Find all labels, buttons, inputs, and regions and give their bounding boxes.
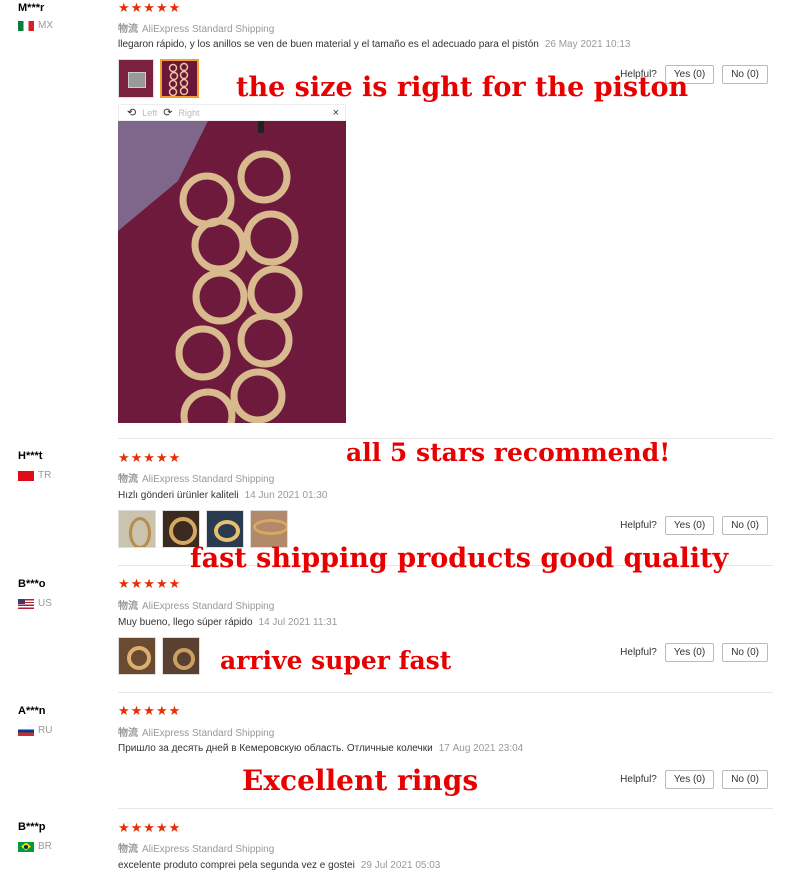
reviewer-name: B***p bbox=[18, 821, 46, 833]
review-text: llegaron rápido, y los anillos se ven de… bbox=[118, 39, 630, 50]
review-body: llegaron rápido, y los anillos se ven de… bbox=[118, 39, 539, 50]
country-code: TR bbox=[38, 470, 52, 481]
shipping-method: AliExpress Standard Shipping bbox=[142, 601, 275, 612]
annotation-fast-shipping: fast shipping products good quality bbox=[190, 543, 729, 574]
review-photo-thumb[interactable] bbox=[118, 59, 154, 98]
helpful-controls: Helpful? Yes (0) No (0) bbox=[620, 643, 768, 662]
review-photos bbox=[118, 59, 199, 98]
country-code: MX bbox=[38, 20, 53, 31]
close-icon[interactable]: × bbox=[333, 107, 339, 119]
star-rating: ★★★★★ bbox=[118, 0, 182, 15]
reviewer-country: MX bbox=[18, 20, 53, 31]
shipping-label: 物流 bbox=[118, 474, 138, 485]
shipping-method: AliExpress Standard Shipping bbox=[142, 24, 275, 35]
country-code: US bbox=[38, 598, 52, 609]
mexico-flag-icon bbox=[18, 20, 34, 31]
review-body: excelente produto comprei pela segunda v… bbox=[118, 860, 355, 871]
rotate-left-icon[interactable]: ⟲ bbox=[127, 106, 136, 119]
reviewer-name: M***r bbox=[18, 2, 45, 14]
annotation-five-stars: all 5 stars recommend! bbox=[346, 438, 671, 467]
review-date: 14 Jun 2021 01:30 bbox=[244, 490, 328, 501]
reviewer-country: TR bbox=[18, 470, 51, 481]
helpful-label: Helpful? bbox=[620, 520, 657, 531]
star-rating: ★★★★★ bbox=[118, 450, 182, 465]
rotate-left-label[interactable]: Left bbox=[142, 108, 157, 118]
shipping-label: 物流 bbox=[118, 844, 138, 855]
annotation-arrive-fast: arrive super fast bbox=[220, 646, 452, 675]
reviewer-country: US bbox=[18, 598, 52, 609]
yes-button[interactable]: Yes (0) bbox=[664, 770, 715, 789]
rings-photo-graphic bbox=[118, 121, 346, 423]
no-button[interactable]: No (0) bbox=[722, 516, 768, 535]
shipping-label: 物流 bbox=[118, 601, 138, 612]
review-body: Hızlı gönderi ürünler kaliteli bbox=[118, 490, 239, 501]
yes-button[interactable]: Yes (0) bbox=[664, 643, 715, 662]
reviewer-country: BR bbox=[18, 841, 52, 852]
russia-flag-icon bbox=[18, 725, 34, 736]
review-divider bbox=[118, 808, 773, 809]
shipping-label: 物流 bbox=[118, 728, 138, 739]
shipping-method: AliExpress Standard Shipping bbox=[142, 844, 275, 855]
review-text: Hızlı gönderi ürünler kaliteli 14 Jun 202… bbox=[118, 490, 327, 501]
no-button[interactable]: No (0) bbox=[722, 643, 768, 662]
review-photo-thumb[interactable] bbox=[162, 637, 200, 675]
brazil-flag-icon bbox=[18, 841, 34, 852]
shipping-info: 物流 AliExpress Standard Shipping bbox=[118, 840, 274, 855]
no-button[interactable]: No (0) bbox=[722, 770, 768, 789]
review-date: 14 Jul 2021 11:31 bbox=[258, 617, 338, 628]
shipping-info: 物流 AliExpress Standard Shipping bbox=[118, 20, 274, 35]
image-viewer-toolbar: ⟲ Left ⟳ Right × bbox=[118, 104, 346, 121]
helpful-controls: Helpful? Yes (0) No (0) bbox=[620, 516, 768, 535]
country-code: RU bbox=[38, 725, 53, 736]
star-rating: ★★★★★ bbox=[118, 820, 182, 835]
review-photos bbox=[118, 637, 200, 675]
review-text: excelente produto comprei pela segunda v… bbox=[118, 860, 440, 871]
reviewer-name: A***n bbox=[18, 705, 46, 717]
rotate-right-icon[interactable]: ⟳ bbox=[163, 106, 172, 119]
review-photo-thumb-selected[interactable] bbox=[160, 59, 199, 98]
star-rating: ★★★★★ bbox=[118, 703, 182, 718]
review-body: Пришло за десять дней в Кемеровскую обла… bbox=[118, 743, 433, 754]
star-rating: ★★★★★ bbox=[118, 576, 182, 591]
review-text: Пришло за десять дней в Кемеровскую обла… bbox=[118, 743, 523, 754]
shipping-info: 物流 AliExpress Standard Shipping bbox=[118, 597, 274, 612]
shipping-label: 物流 bbox=[118, 24, 138, 35]
review-date: 17 Aug 2021 23:04 bbox=[438, 743, 524, 754]
rings-thumb-icon bbox=[168, 62, 189, 96]
annotation-excellent-rings: Excellent rings bbox=[242, 764, 479, 797]
shipping-info: 物流 AliExpress Standard Shipping bbox=[118, 724, 274, 739]
no-button[interactable]: No (0) bbox=[722, 65, 768, 84]
yes-button[interactable]: Yes (0) bbox=[664, 516, 715, 535]
turkey-flag-icon bbox=[18, 470, 34, 481]
review-photo-thumb[interactable] bbox=[118, 637, 156, 675]
helpful-controls: Helpful? Yes (0) No (0) bbox=[620, 770, 768, 789]
annotation-size-right: the size is right for the piston bbox=[236, 72, 689, 103]
us-flag-icon bbox=[18, 598, 34, 609]
helpful-label: Helpful? bbox=[620, 774, 657, 785]
shipping-method: AliExpress Standard Shipping bbox=[142, 474, 275, 485]
reviewer-name: H***t bbox=[18, 450, 43, 462]
review-body: Muy bueno, llego súper rápido bbox=[118, 617, 253, 628]
review-date: 29 Jul 2021 05:03 bbox=[360, 860, 441, 871]
reviewer-name: B***o bbox=[18, 578, 46, 590]
helpful-label: Helpful? bbox=[620, 647, 657, 658]
shipping-method: AliExpress Standard Shipping bbox=[142, 728, 275, 739]
reviewer-country: RU bbox=[18, 725, 52, 736]
review-divider bbox=[118, 692, 773, 693]
review-photo-thumb[interactable] bbox=[118, 510, 156, 548]
shipping-info: 物流 AliExpress Standard Shipping bbox=[118, 470, 274, 485]
expanded-review-photo bbox=[118, 121, 346, 423]
country-code: BR bbox=[38, 841, 52, 852]
review-text: Muy bueno, llego súper rápido 14 Jul 2021… bbox=[118, 617, 337, 628]
review-date: 26 May 2021 10:13 bbox=[544, 39, 631, 50]
rotate-right-label[interactable]: Right bbox=[178, 108, 199, 118]
